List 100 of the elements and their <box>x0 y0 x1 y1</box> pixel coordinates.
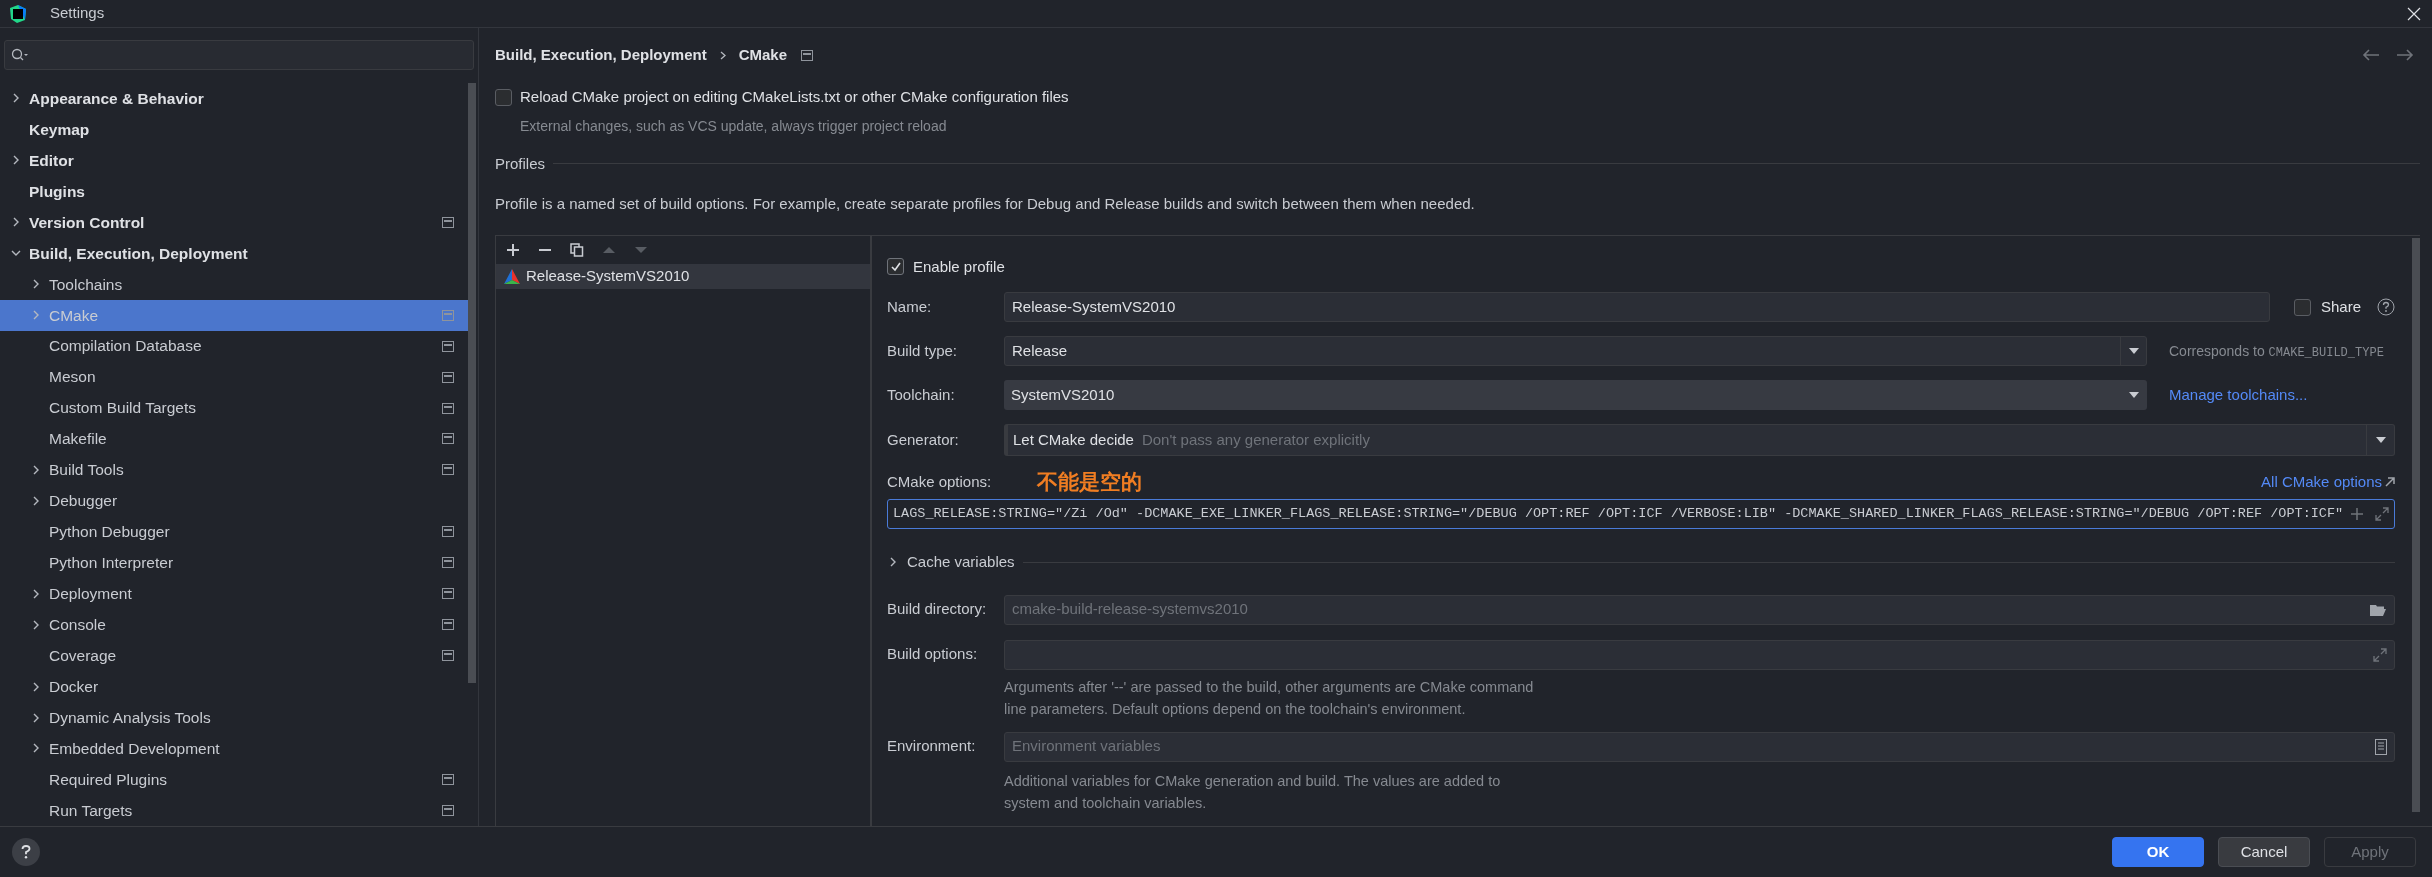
sidebar-item-label: Version Control <box>29 212 146 233</box>
sidebar-item-label: Meson <box>49 367 97 388</box>
scrollbar[interactable] <box>2412 237 2420 812</box>
help-text: Additional variables for CMake generation and build. The values are added to <box>1004 771 1502 791</box>
sidebar-item-label: Build, Execution, Deployment <box>29 243 249 264</box>
document-icon[interactable] <box>2375 738 2387 755</box>
sidebar-item-label: Custom Build Targets <box>49 398 198 419</box>
sidebar-item-label: Coverage <box>49 646 118 666</box>
checkbox[interactable] <box>887 258 904 276</box>
sidebar-item-label: Dynamic Analysis Tools <box>49 707 212 728</box>
sidebar-item[interactable]: Embedded Development <box>0 733 468 764</box>
build-type-dropdown[interactable]: Release <box>1004 336 2147 366</box>
sidebar-item-label: Plugins <box>29 181 86 202</box>
manage-toolchains-link[interactable]: Manage toolchains... <box>2169 383 2308 407</box>
field-label: Toolchain: <box>887 384 956 405</box>
sidebar-item-label: Required Plugins <box>49 769 169 790</box>
field-label: Build directory: <box>887 599 988 620</box>
dropdown-caret-icon <box>2127 347 2140 355</box>
sidebar-item[interactable]: Keymap <box>0 113 468 145</box>
sidebar-item[interactable]: Custom Build Targets <box>0 392 468 424</box>
toolchain-dropdown[interactable]: SystemVS2010 <box>1004 380 2147 410</box>
section-toggle[interactable]: Cache variables <box>907 551 1015 574</box>
help-icon[interactable] <box>2377 298 2395 316</box>
sidebar-item[interactable]: Python Interpreter <box>0 547 468 579</box>
sidebar-item-label: Editor <box>29 150 75 171</box>
sidebar-item[interactable]: Plugins <box>0 175 468 207</box>
hint-text: External changes, such as VCS update, always trigger project reload <box>520 116 948 136</box>
sidebar-item[interactable]: Coverage <box>0 640 468 672</box>
sidebar-item[interactable]: Build, Execution, Deployment <box>0 237 468 269</box>
dropdown-caret-icon <box>2128 391 2140 399</box>
sidebar-item[interactable]: Build Tools <box>0 454 468 486</box>
close-icon[interactable] <box>2407 6 2421 21</box>
field-label: Build type: <box>887 340 959 361</box>
field-label: Generator: <box>887 429 960 450</box>
checkbox-label: Reload CMake project on editing CMakeLists.txt or other CMake configuration files <box>520 87 1069 107</box>
description-text: Profile is a named set of build options. For example, create separate profiles for Debug and Release builds and switch between them when needed. <box>495 194 1476 214</box>
sidebar-item-label: Console <box>49 615 107 636</box>
sidebar-item[interactable]: Deployment <box>0 578 468 610</box>
sidebar-item-label: Appearance & Behavior <box>29 88 205 109</box>
sidebar-item-label: Run Targets <box>49 800 134 821</box>
sidebar-item[interactable]: Makefile <box>0 423 468 455</box>
expand-icon[interactable] <box>2375 507 2390 521</box>
generator-dropdown[interactable]: Let CMake decide Don't pass any generator explicitly <box>1004 424 2395 456</box>
sidebar-item[interactable]: Meson <box>0 361 468 393</box>
dialog-button[interactable]: OK <box>2112 837 2204 867</box>
sidebar-item[interactable]: Debugger <box>0 485 468 517</box>
sidebar-item-label: Compilation Database <box>49 336 203 357</box>
sidebar-item[interactable]: Compilation Database <box>0 330 468 362</box>
breadcrumb-item[interactable]: Build, Execution, Deployment <box>495 43 707 67</box>
sidebar-item[interactable]: Dynamic Analysis Tools <box>0 702 468 733</box>
sidebar-item-label: Keymap <box>29 119 91 140</box>
dropdown-caret-icon <box>2374 436 2387 444</box>
sidebar-item[interactable]: Appearance & Behavior <box>0 83 468 114</box>
sidebar-item[interactable]: Toolchains <box>0 268 468 300</box>
sidebar-item[interactable]: Editor <box>0 144 468 176</box>
cmake-options-field[interactable]: LAGS_RELEASE:STRING="/Zi /Od" -DCMAKE_EXE_LINKER_FLAGS_RELEASE:STRING="/DEBUG /OPT:REF /OPT:ICF /VERBOSE:LIB" -DCMAKE_SHARED_LINKER_FLAGS_RELEASE:STRING="/DEBUG /OPT:REF /OPT:ICF" <box>887 499 2395 529</box>
sidebar-item-label: Deployment <box>49 584 133 605</box>
section-title: Profiles <box>495 153 546 174</box>
sidebar-item-label: Makefile <box>49 429 108 450</box>
field-label: Build options: <box>887 644 979 665</box>
sidebar-item[interactable]: Docker <box>0 671 468 703</box>
annotation-text: 不能是空的 <box>1037 469 1142 496</box>
sidebar-item-label: Python Debugger <box>49 522 171 543</box>
name-field[interactable]: Release-SystemVS2010 <box>1004 292 2270 322</box>
sidebar-item[interactable]: Required Plugins <box>0 763 468 795</box>
checkbox[interactable] <box>2293 298 2311 316</box>
build-options-field[interactable] <box>1004 639 2395 670</box>
checkbox[interactable] <box>495 88 512 106</box>
checkbox-label: Share <box>2320 296 2361 317</box>
sidebar-item[interactable]: Version Control <box>0 206 468 238</box>
window-title: Settings <box>50 3 105 24</box>
dialog-button[interactable]: Cancel <box>2218 837 2310 867</box>
back-arrow-icon[interactable] <box>2362 48 2380 62</box>
app-logo-icon <box>8 3 28 24</box>
folder-icon[interactable] <box>2369 602 2387 617</box>
search-icon <box>11 48 29 62</box>
breadcrumb-item[interactable]: CMake <box>738 43 788 67</box>
add-icon[interactable] <box>506 242 520 257</box>
sidebar-item-label: Embedded Development <box>49 738 221 759</box>
breadcrumb-chevron-icon <box>719 50 726 60</box>
sidebar-item-label: CMake <box>49 305 100 326</box>
sidebar-item-label: Python Interpreter <box>49 553 175 574</box>
triangle-logo-icon <box>504 268 520 284</box>
sidebar-item-label: Build Tools <box>49 460 125 481</box>
sidebar-item[interactable]: Run Targets <box>0 794 468 826</box>
field-label: Name: <box>887 296 933 317</box>
sidebar-item-label: Toolchains <box>49 274 124 295</box>
expand-icon[interactable] <box>2373 647 2387 662</box>
profile-list-item[interactable]: Release-SystemVS2010 <box>496 263 870 289</box>
hint-text: Corresponds to CMAKE_BUILD_TYPE <box>2169 341 2384 362</box>
scrollbar[interactable] <box>468 83 476 683</box>
sidebar-item[interactable]: Console <box>0 609 468 641</box>
help-text: line parameters. Default options depend on the toolchain's environment. <box>1004 699 1467 719</box>
help-button[interactable] <box>12 838 40 866</box>
all-cmake-options-link[interactable]: All CMake options <box>2261 470 2395 494</box>
sidebar-item[interactable]: Python Debugger <box>0 516 468 548</box>
forward-arrow-icon[interactable] <box>2396 48 2414 62</box>
help-text: Arguments after '--' are passed to the build, other arguments are CMake command <box>1004 677 1535 697</box>
copy-icon[interactable] <box>570 242 584 257</box>
search-field[interactable] <box>4 40 474 70</box>
